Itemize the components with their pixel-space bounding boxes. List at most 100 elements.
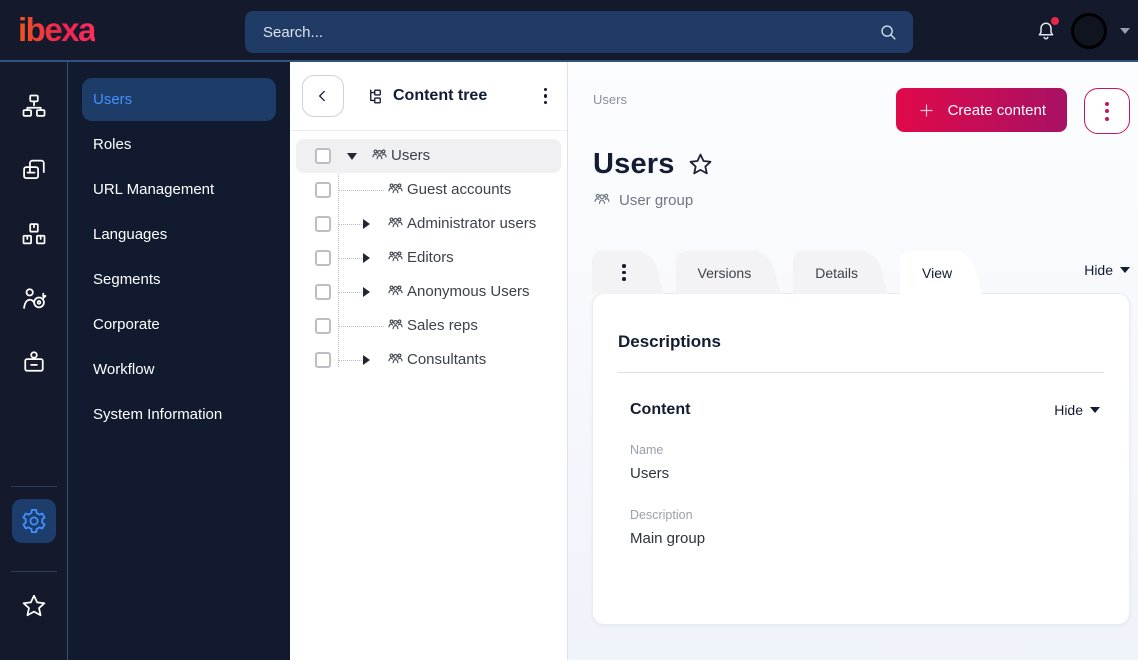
tree-item-label: Guest accounts xyxy=(407,181,512,198)
rail-item-bookmarks[interactable] xyxy=(12,584,56,628)
content-tree-header: Content tree xyxy=(290,62,567,130)
checkbox[interactable] xyxy=(315,250,331,266)
tree-guide-line xyxy=(338,224,362,225)
breadcrumb[interactable]: Users xyxy=(593,92,627,107)
user-group-icon xyxy=(594,193,610,204)
gear-icon xyxy=(22,509,45,533)
search-icon[interactable] xyxy=(877,21,899,43)
notifications-bell-icon[interactable] xyxy=(1034,17,1059,43)
create-content-button[interactable]: Create content xyxy=(895,88,1067,132)
tab-bar: Versions Details View Hide xyxy=(592,251,1130,294)
user-group-icon xyxy=(388,251,403,262)
tree-item-consultants[interactable]: Consultants xyxy=(290,343,567,377)
icon-rail xyxy=(0,62,68,660)
user-menu-caret-icon[interactable] xyxy=(1120,28,1130,34)
section-heading: Content xyxy=(630,401,691,418)
tree-item-administrator-users[interactable]: Administrator users xyxy=(290,207,567,241)
tree-item-label: Administrator users xyxy=(407,215,537,232)
expand-caret-icon[interactable] xyxy=(363,219,370,229)
rail-item-personalization[interactable] xyxy=(12,276,56,320)
user-group-icon xyxy=(388,319,403,330)
field-value: Users xyxy=(630,465,670,482)
tree-item-label: Anonymous Users xyxy=(407,283,530,300)
sidebar-item-corporate[interactable]: Corporate xyxy=(82,303,276,346)
tree-item-users[interactable]: Users xyxy=(290,139,567,173)
tree-item-editors[interactable]: Editors xyxy=(290,241,567,275)
checkbox[interactable] xyxy=(315,352,331,368)
sidebar-item-segments[interactable]: Segments xyxy=(82,258,276,301)
tree-guide-line xyxy=(338,190,384,191)
tree-item-label: Sales reps xyxy=(407,317,478,334)
checkbox[interactable] xyxy=(315,284,331,300)
sidebar-item-url-management[interactable]: URL Management xyxy=(82,168,276,211)
checkbox[interactable] xyxy=(315,216,331,232)
rail-item-page-builder[interactable] xyxy=(12,148,56,192)
card-heading: Descriptions xyxy=(618,332,721,351)
tree-guide-line xyxy=(338,326,384,327)
search-input[interactable] xyxy=(261,22,877,42)
user-group-icon xyxy=(388,353,403,364)
hide-tabs-toggle[interactable]: Hide xyxy=(1084,262,1130,284)
field-label: Description xyxy=(630,508,693,522)
pages-icon xyxy=(22,159,45,180)
content-tree-panel: Content tree Users Guest accounts Administ… xyxy=(290,62,568,660)
tree-guide-line xyxy=(338,360,362,361)
content-tree-list: Users Guest accounts Administrator users Ed… xyxy=(290,131,567,660)
caret-down-icon xyxy=(1090,407,1100,413)
tree-icon xyxy=(370,88,381,104)
sidebar-item-users[interactable]: Users xyxy=(82,78,276,121)
catalog-icon xyxy=(22,223,45,245)
tab-versions[interactable]: Versions xyxy=(675,251,760,294)
tab-view[interactable]: View xyxy=(900,251,961,294)
avatar[interactable] xyxy=(1071,13,1107,49)
field-description: Description Main group xyxy=(630,508,1104,547)
checkbox[interactable] xyxy=(315,318,331,334)
rail-item-settings[interactable] xyxy=(11,499,56,543)
tree-options-kebab-icon[interactable] xyxy=(538,82,554,111)
hide-section-toggle[interactable]: Hide xyxy=(1054,402,1100,418)
collapse-tree-button[interactable] xyxy=(302,75,344,117)
ibexa-logo[interactable]: ibexa xyxy=(18,11,96,49)
field-name: Name Users xyxy=(630,443,1104,482)
tab-more-kebab[interactable] xyxy=(592,251,642,294)
search-bar[interactable] xyxy=(245,11,913,53)
collapse-caret-icon[interactable] xyxy=(347,153,357,160)
tree-item-anonymous-users[interactable]: Anonymous Users xyxy=(290,275,567,309)
expand-caret-icon[interactable] xyxy=(363,253,370,263)
rail-item-product-catalog[interactable] xyxy=(12,212,56,256)
more-actions-button[interactable] xyxy=(1084,88,1130,134)
user-group-icon xyxy=(372,149,387,160)
star-icon xyxy=(22,594,45,617)
admin-badge-icon xyxy=(23,351,44,372)
rail-item-admin-badge[interactable] xyxy=(12,340,56,384)
caret-down-icon xyxy=(1120,266,1130,273)
expand-caret-icon[interactable] xyxy=(363,287,370,297)
divider xyxy=(10,486,57,487)
chevron-left-icon xyxy=(319,90,325,102)
checkbox[interactable] xyxy=(315,182,331,198)
sidebar-item-languages[interactable]: Languages xyxy=(82,213,276,256)
sidebar-item-workflow[interactable]: Workflow xyxy=(82,348,276,391)
topbar-actions xyxy=(1034,0,1130,62)
sidebar-item-roles[interactable]: Roles xyxy=(82,123,276,166)
plus-icon xyxy=(919,103,933,117)
tree-guide-line xyxy=(338,258,362,259)
checkbox[interactable] xyxy=(315,148,331,164)
divider xyxy=(10,571,57,572)
expand-caret-icon[interactable] xyxy=(363,355,370,365)
tree-item-guest-accounts[interactable]: Guest accounts xyxy=(290,173,567,207)
topbar: ibexa xyxy=(0,0,1138,62)
rail-item-content-structure[interactable] xyxy=(12,84,56,128)
user-group-icon xyxy=(388,285,403,296)
kebab-icon xyxy=(1105,101,1109,121)
content-type: User group xyxy=(593,191,1138,209)
tab-details[interactable]: Details xyxy=(793,251,866,294)
main-content: Users Create content Users User group Ve… xyxy=(568,62,1138,660)
user-group-icon xyxy=(388,217,403,228)
content-tree-title: Content tree xyxy=(366,87,487,106)
kebab-icon xyxy=(614,262,634,283)
sidebar-item-system-information[interactable]: System Information xyxy=(82,393,276,436)
bookmark-star-icon[interactable] xyxy=(687,151,714,178)
tree-item-sales-reps[interactable]: Sales reps xyxy=(290,309,567,343)
descriptions-card: Descriptions Content Hide Name Users Des… xyxy=(592,293,1130,625)
